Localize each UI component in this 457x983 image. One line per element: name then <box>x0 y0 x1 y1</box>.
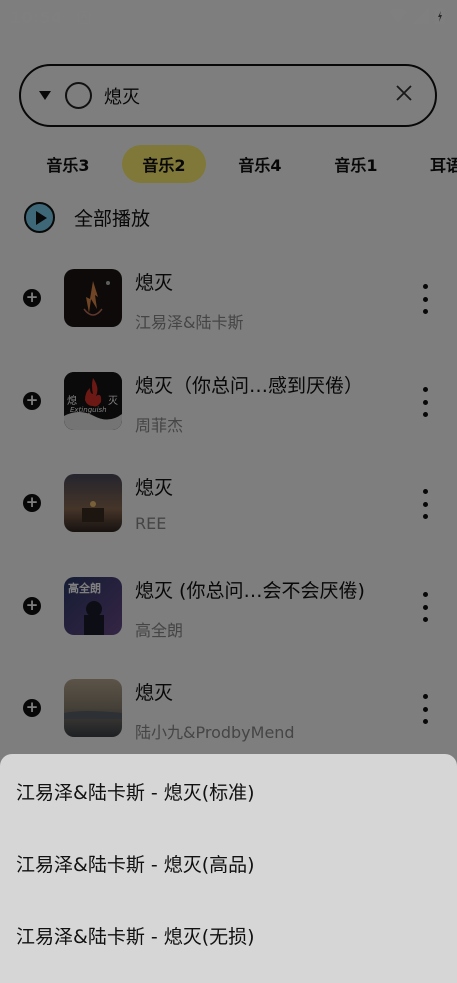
quality-option-standard[interactable]: 江易泽&陆卡斯 - 熄灭(标准) <box>16 778 255 805</box>
quality-option-high[interactable]: 江易泽&陆卡斯 - 熄灭(高品) <box>16 850 255 877</box>
quality-bottom-sheet: 江易泽&陆卡斯 - 熄灭(标准) 江易泽&陆卡斯 - 熄灭(高品) 江易泽&陆卡… <box>0 754 457 983</box>
quality-option-lossless[interactable]: 江易泽&陆卡斯 - 熄灭(无损) <box>16 922 255 949</box>
